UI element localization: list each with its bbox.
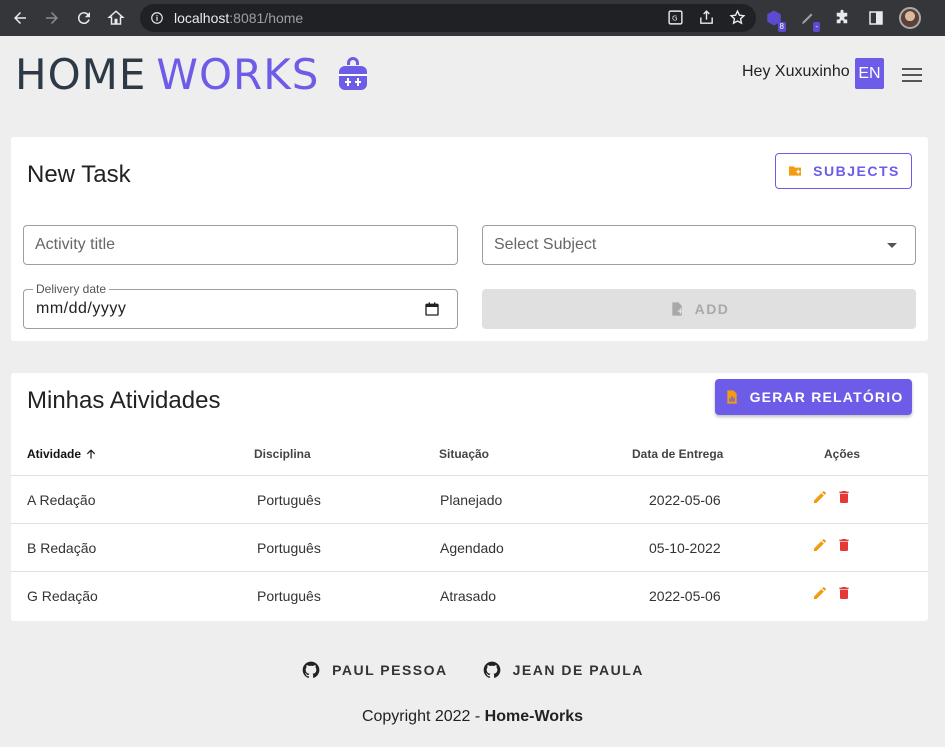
delivery-date-field[interactable]: Delivery date mm/dd/yyyy (23, 282, 458, 329)
subject-select[interactable]: Select Subject (482, 225, 916, 265)
cell-atividade: B Redação (27, 540, 97, 556)
delete-trash-icon[interactable] (836, 585, 852, 601)
file-add-icon (671, 302, 683, 316)
backpack-icon (339, 56, 368, 90)
home-button[interactable] (104, 6, 128, 30)
github-link-jean[interactable]: JEAN DE PAULA (482, 660, 644, 680)
cell-disciplina: Português (257, 492, 321, 508)
cell-data: 2022-05-06 (649, 588, 721, 604)
dropdown-caret-icon (887, 243, 897, 248)
folder-add-icon (789, 166, 802, 176)
column-header-atividade[interactable]: Atividade (27, 447, 98, 461)
add-button[interactable]: ADD (482, 289, 916, 329)
github-link-paul[interactable]: PAUL PESSOA (301, 660, 448, 680)
share-icon[interactable] (698, 9, 715, 26)
avatar (899, 7, 921, 29)
extension-badge: 8 (777, 22, 786, 32)
table-row: A Redação Português Planejado 2022-05-06 (11, 476, 928, 524)
url-text: localhost:8081/home (174, 10, 304, 26)
activity-title-field[interactable] (23, 225, 458, 265)
github-icon (302, 661, 320, 678)
svg-text:G: G (672, 13, 678, 22)
back-button[interactable] (8, 6, 32, 30)
reload-button[interactable] (72, 6, 96, 30)
column-header-situacao[interactable]: Situação (439, 447, 489, 461)
row-actions (812, 537, 852, 553)
footer-links: PAUL PESSOA JEAN DE PAULA (0, 660, 945, 680)
cell-atividade: G Redação (27, 588, 98, 604)
subject-select-placeholder: Select Subject (494, 236, 597, 253)
extension-2[interactable]: - (796, 6, 820, 32)
delete-trash-icon[interactable] (836, 537, 852, 553)
copyright: Copyright 2022 - Home-Works (0, 708, 945, 726)
activity-title-input[interactable] (24, 226, 457, 264)
edit-pencil-icon[interactable] (812, 585, 828, 601)
cell-data: 05-10-2022 (649, 540, 721, 556)
delivery-date-label: Delivery date (33, 282, 110, 296)
hamburger-menu-icon[interactable] (900, 64, 924, 84)
column-header-acoes: Ações (824, 447, 861, 461)
add-button-label: ADD (694, 301, 730, 317)
extension-badge: - (813, 22, 820, 32)
extension-1[interactable]: 8 (762, 6, 786, 32)
new-task-card: New Task SUBJECTS Select Subject Deliver… (11, 137, 928, 341)
cell-disciplina: Português (257, 540, 321, 556)
logo[interactable]: HOME WORKS (15, 50, 373, 99)
activities-card: Minhas Atividades GERAR RELATÓRIO Ativid… (11, 373, 928, 621)
logo-home-text: HOME (15, 50, 147, 99)
puzzle-icon (836, 9, 848, 24)
cell-disciplina: Português (257, 588, 321, 604)
arrow-left-icon (14, 12, 26, 24)
side-panel-icon (869, 11, 883, 25)
address-bar[interactable]: localhost:8081/home G (140, 4, 756, 32)
edit-pencil-icon[interactable] (812, 489, 828, 505)
copyright-prefix: Copyright 2022 - (361, 708, 485, 725)
new-task-title: New Task (27, 161, 131, 188)
github-icon (483, 661, 501, 678)
generate-report-label: GERAR RELATÓRIO (749, 389, 904, 405)
delivery-date-value: mm/dd/yyyy (36, 300, 127, 317)
sort-ascending-icon (86, 449, 96, 459)
profile-button[interactable] (898, 6, 922, 30)
app-header: HOME WORKS Hey Xuxuxinho EN (0, 36, 945, 108)
arrow-right-icon (46, 12, 58, 24)
reload-icon (77, 12, 90, 25)
calendar-icon[interactable] (424, 301, 440, 317)
footer-link-label: PAUL PESSOA (332, 662, 448, 678)
info-icon (151, 12, 163, 24)
generate-report-button[interactable]: GERAR RELATÓRIO (715, 379, 912, 415)
cell-data: 2022-05-06 (649, 492, 721, 508)
cell-situacao: Atrasado (440, 588, 497, 604)
row-actions (812, 585, 852, 601)
cell-situacao: Agendado (440, 540, 504, 556)
side-panel-button[interactable] (864, 6, 888, 30)
subjects-button-label: SUBJECTS (813, 163, 900, 179)
activities-title: Minhas Atividades (27, 387, 221, 414)
table-row: G Redação Português Atrasado 2022-05-06 (11, 572, 928, 620)
cell-situacao: Planejado (440, 492, 503, 508)
footer-link-label: JEAN DE PAULA (512, 662, 644, 678)
logo-works-text: WORKS (156, 50, 320, 99)
activities-table: Atividade Disciplina Situação Data de En… (11, 435, 928, 620)
column-header-disciplina[interactable]: Disciplina (254, 447, 311, 461)
column-header-data[interactable]: Data de Entrega (632, 447, 723, 461)
home-icon (107, 10, 125, 25)
user-greeting: Hey Xuxuxinho (742, 63, 850, 80)
table-header: Atividade Disciplina Situação Data de En… (11, 435, 928, 476)
language-button[interactable]: EN (855, 58, 884, 89)
browser-toolbar: localhost:8081/home G 8 - (0, 0, 945, 36)
edit-pencil-icon[interactable] (812, 537, 828, 553)
star-icon[interactable] (729, 9, 746, 26)
row-actions (812, 489, 852, 505)
subjects-button[interactable]: SUBJECTS (775, 153, 912, 189)
delete-trash-icon[interactable] (836, 489, 852, 505)
cell-atividade: A Redação (27, 492, 96, 508)
forward-button[interactable] (40, 6, 64, 30)
report-icon (726, 390, 737, 404)
copyright-brand: Home-Works (484, 708, 584, 725)
column-label: Atividade (27, 447, 82, 461)
extensions-button[interactable] (830, 6, 854, 30)
table-row: B Redação Português Agendado 05-10-2022 (11, 524, 928, 572)
translate-icon[interactable]: G (667, 9, 684, 26)
